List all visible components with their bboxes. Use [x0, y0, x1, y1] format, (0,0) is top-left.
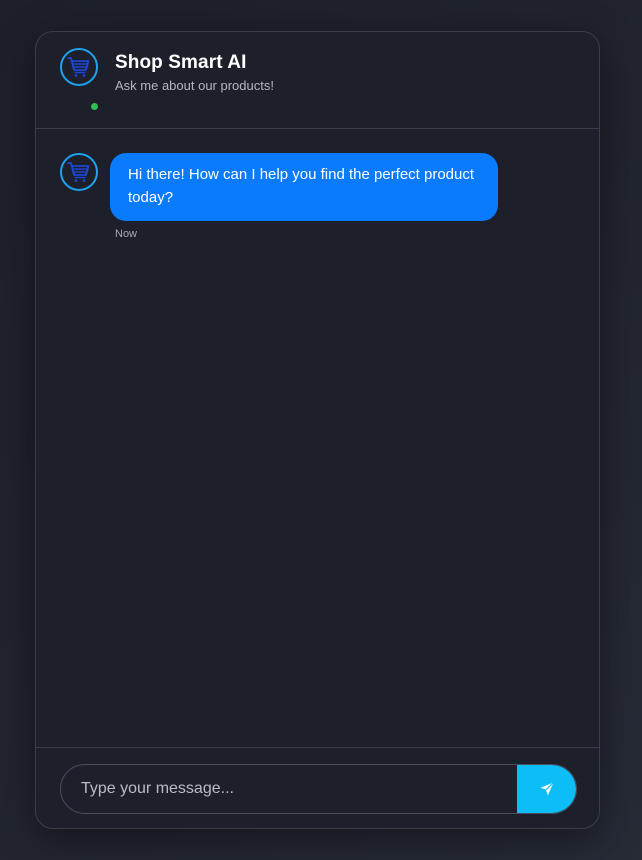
- message-timestamp: Now: [115, 228, 138, 240]
- message-avatar: [60, 153, 98, 191]
- send-arrow-icon: [540, 782, 554, 796]
- online-status-indicator: [91, 103, 98, 110]
- chat-header: Shop Smart AI Ask me about our products!: [36, 32, 599, 129]
- message-list: Hi there! How can I help you find the pe…: [36, 129, 599, 747]
- chat-subtitle: Ask me about our products!: [115, 78, 274, 93]
- message-input[interactable]: [61, 765, 518, 813]
- chat-title: Shop Smart AI: [115, 52, 247, 73]
- bot-avatar: [60, 48, 98, 86]
- message-input-wrapper: [60, 764, 577, 814]
- message-composer: [36, 747, 599, 828]
- message-bubble: Hi there! How can I help you find the pe…: [110, 153, 498, 221]
- shopping-cart-icon: [67, 57, 90, 77]
- send-button[interactable]: [517, 765, 576, 813]
- chat-window: Shop Smart AI Ask me about our products!…: [35, 31, 600, 829]
- shopping-cart-icon: [67, 162, 90, 182]
